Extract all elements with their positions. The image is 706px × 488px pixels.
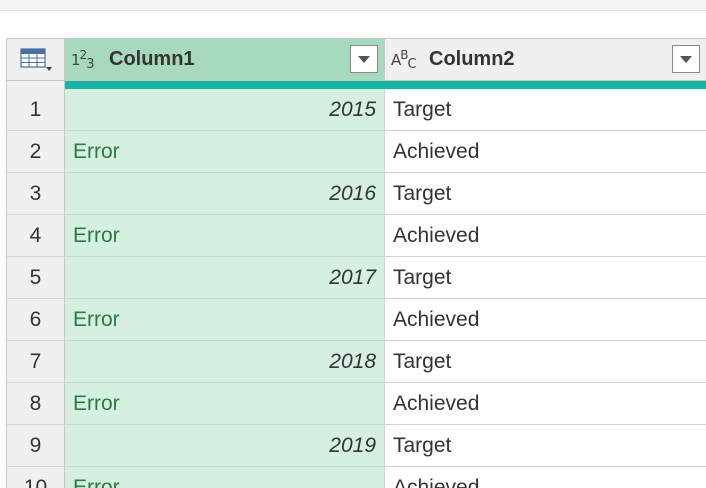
column1-cell[interactable]: 2019	[65, 425, 385, 467]
table-row: 5 2017 Target	[7, 257, 706, 299]
row-number[interactable]: 10	[7, 467, 65, 488]
row-number[interactable]: 1	[7, 89, 65, 131]
column2-cell[interactable]: Target	[385, 341, 706, 383]
column2-filter-dropdown[interactable]	[672, 45, 700, 73]
column2-cell[interactable]: Target	[385, 173, 706, 215]
table-row: 6 Error Achieved	[7, 299, 706, 341]
ribbon-edge	[0, 0, 706, 11]
table-row: 10 Error Achieved	[7, 467, 706, 488]
row-number[interactable]: 6	[7, 299, 65, 341]
error-cell[interactable]: Error	[65, 131, 385, 173]
column-quality-bar	[7, 81, 706, 89]
column2-cell[interactable]: Achieved	[385, 467, 706, 488]
row-number[interactable]: 7	[7, 341, 65, 383]
column1-cell[interactable]: 2016	[65, 173, 385, 215]
column1-cell[interactable]: 2018	[65, 341, 385, 383]
error-cell[interactable]: Error	[65, 467, 385, 488]
row-number[interactable]: 4	[7, 215, 65, 257]
column2-title: Column2	[429, 48, 515, 70]
grid-rows: 1 2015 Target 2 Error Achieved 3 2016 Target 4 Err…	[7, 89, 706, 488]
column1-quality-bar	[65, 81, 385, 89]
row-number[interactable]: 3	[7, 173, 65, 215]
table-row: 4 Error Achieved	[7, 215, 706, 257]
column2-quality-bar	[385, 81, 706, 89]
table-row: 2 Error Achieved	[7, 131, 706, 173]
column1-title: Column1	[109, 48, 195, 70]
column2-header[interactable]: ABC Column2	[385, 39, 706, 81]
row-number[interactable]: 5	[7, 257, 65, 299]
column1-header[interactable]: 123 Column1	[65, 39, 385, 81]
table-icon	[19, 47, 52, 71]
row-number[interactable]: 9	[7, 425, 65, 467]
column2-cell[interactable]: Target	[385, 89, 706, 131]
row-number[interactable]: 8	[7, 383, 65, 425]
error-cell[interactable]: Error	[65, 299, 385, 341]
table-row: 1 2015 Target	[7, 89, 706, 131]
error-cell[interactable]: Error	[65, 215, 385, 257]
row-number[interactable]: 2	[7, 131, 65, 173]
table-row: 3 2016 Target	[7, 173, 706, 215]
chevron-down-icon	[680, 55, 692, 63]
table-menu-button[interactable]	[7, 39, 65, 81]
column1-cell[interactable]: 2015	[65, 89, 385, 131]
column2-cell[interactable]: Achieved	[385, 131, 706, 173]
column2-cell[interactable]: Achieved	[385, 299, 706, 341]
table-row: 7 2018 Target	[7, 341, 706, 383]
chevron-down-icon	[358, 55, 370, 63]
grid-header: 123 Column1 ABC Column2	[7, 39, 706, 81]
text-type-icon[interactable]: ABC	[391, 48, 429, 72]
column1-filter-dropdown[interactable]	[350, 45, 378, 73]
column2-cell[interactable]: Target	[385, 425, 706, 467]
column2-cell[interactable]: Achieved	[385, 215, 706, 257]
table-row: 9 2019 Target	[7, 425, 706, 467]
column2-cell[interactable]: Target	[385, 257, 706, 299]
error-cell[interactable]: Error	[65, 383, 385, 425]
data-preview-grid: 123 Column1 ABC Column2 1 2015 Target 2 Erro…	[6, 38, 706, 488]
whole-number-type-icon[interactable]: 123	[71, 48, 109, 72]
table-row: 8 Error Achieved	[7, 383, 706, 425]
column2-cell[interactable]: Achieved	[385, 383, 706, 425]
column1-cell[interactable]: 2017	[65, 257, 385, 299]
